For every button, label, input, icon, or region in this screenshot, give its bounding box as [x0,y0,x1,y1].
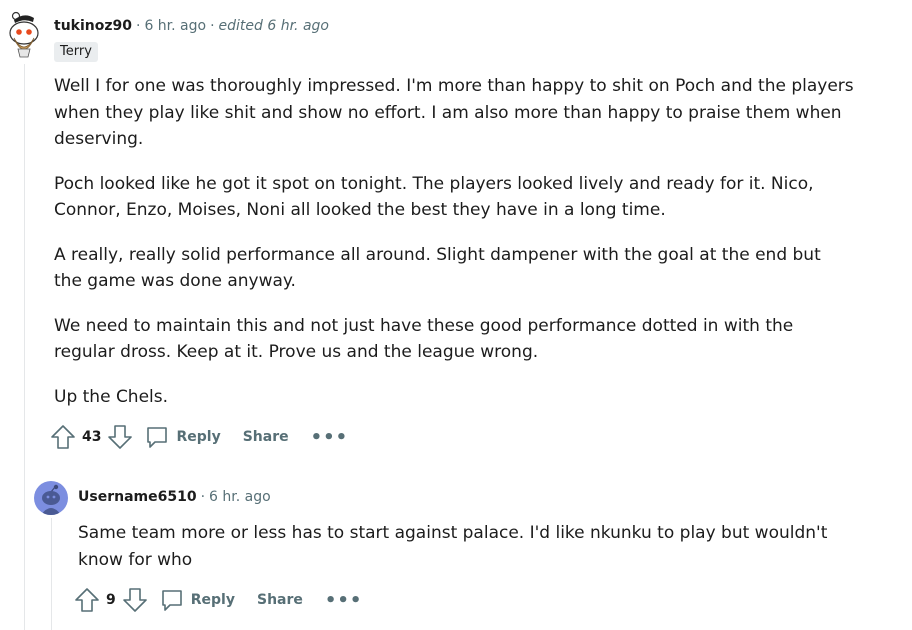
comment-body: Same team more or less has to start agai… [78,520,868,573]
more-options-button[interactable]: ••• [325,590,363,611]
timestamp[interactable]: 6 hr. ago [209,489,271,505]
vote-count: 43 [82,429,102,445]
comment-paragraph: We need to maintain this and not just ha… [54,315,794,363]
comment-meta: Username6510 · 6 hr. ago [78,489,271,505]
downvote-arrow-icon[interactable] [122,587,148,613]
timestamp[interactable]: 6 hr. ago [144,18,206,34]
share-button[interactable]: Share [257,592,303,608]
thread-line-reply[interactable] [51,518,52,630]
user-flair: Terry [54,42,98,62]
more-options-button[interactable]: ••• [311,427,349,448]
edited-label: edited 6 hr. ago [218,18,329,34]
reply-button[interactable]: Reply [145,425,221,449]
thread-line[interactable] [24,64,25,630]
comment-actions: 9 Reply Share ••• [74,587,362,613]
snoo-avatar-icon[interactable] [6,10,44,58]
snoo-avatar-icon[interactable] [34,481,68,515]
reply-label: Reply [176,429,221,445]
comment-paragraph: Poch looked like he got it spot on tonig… [54,173,814,221]
comment-paragraph: A really, really solid performance all a… [54,244,821,292]
comment-meta: tukinoz90 · 6 hr. ago · edited 6 hr. ago [54,18,329,34]
username[interactable]: tukinoz90 [54,18,132,34]
comment-paragraph: Same team more or less has to start agai… [78,523,828,570]
upvote-arrow-icon[interactable] [50,424,76,450]
comment-paragraph: Well I for one was thoroughly impressed.… [54,76,854,149]
upvote-arrow-icon[interactable] [74,587,100,613]
comment-paragraph: Up the Chels. [54,386,169,407]
downvote-arrow-icon[interactable] [107,424,133,450]
comment-body: Well I for one was thoroughly impressed.… [54,73,854,410]
speech-bubble-icon [145,425,169,449]
vote-count: 9 [106,592,116,608]
comment-actions: 43 Reply Share ••• [50,424,348,450]
speech-bubble-icon [160,588,184,612]
share-button[interactable]: Share [243,429,289,445]
reply-button[interactable]: Reply [160,588,235,612]
reply-label: Reply [190,592,235,608]
username[interactable]: Username6510 [78,489,197,505]
